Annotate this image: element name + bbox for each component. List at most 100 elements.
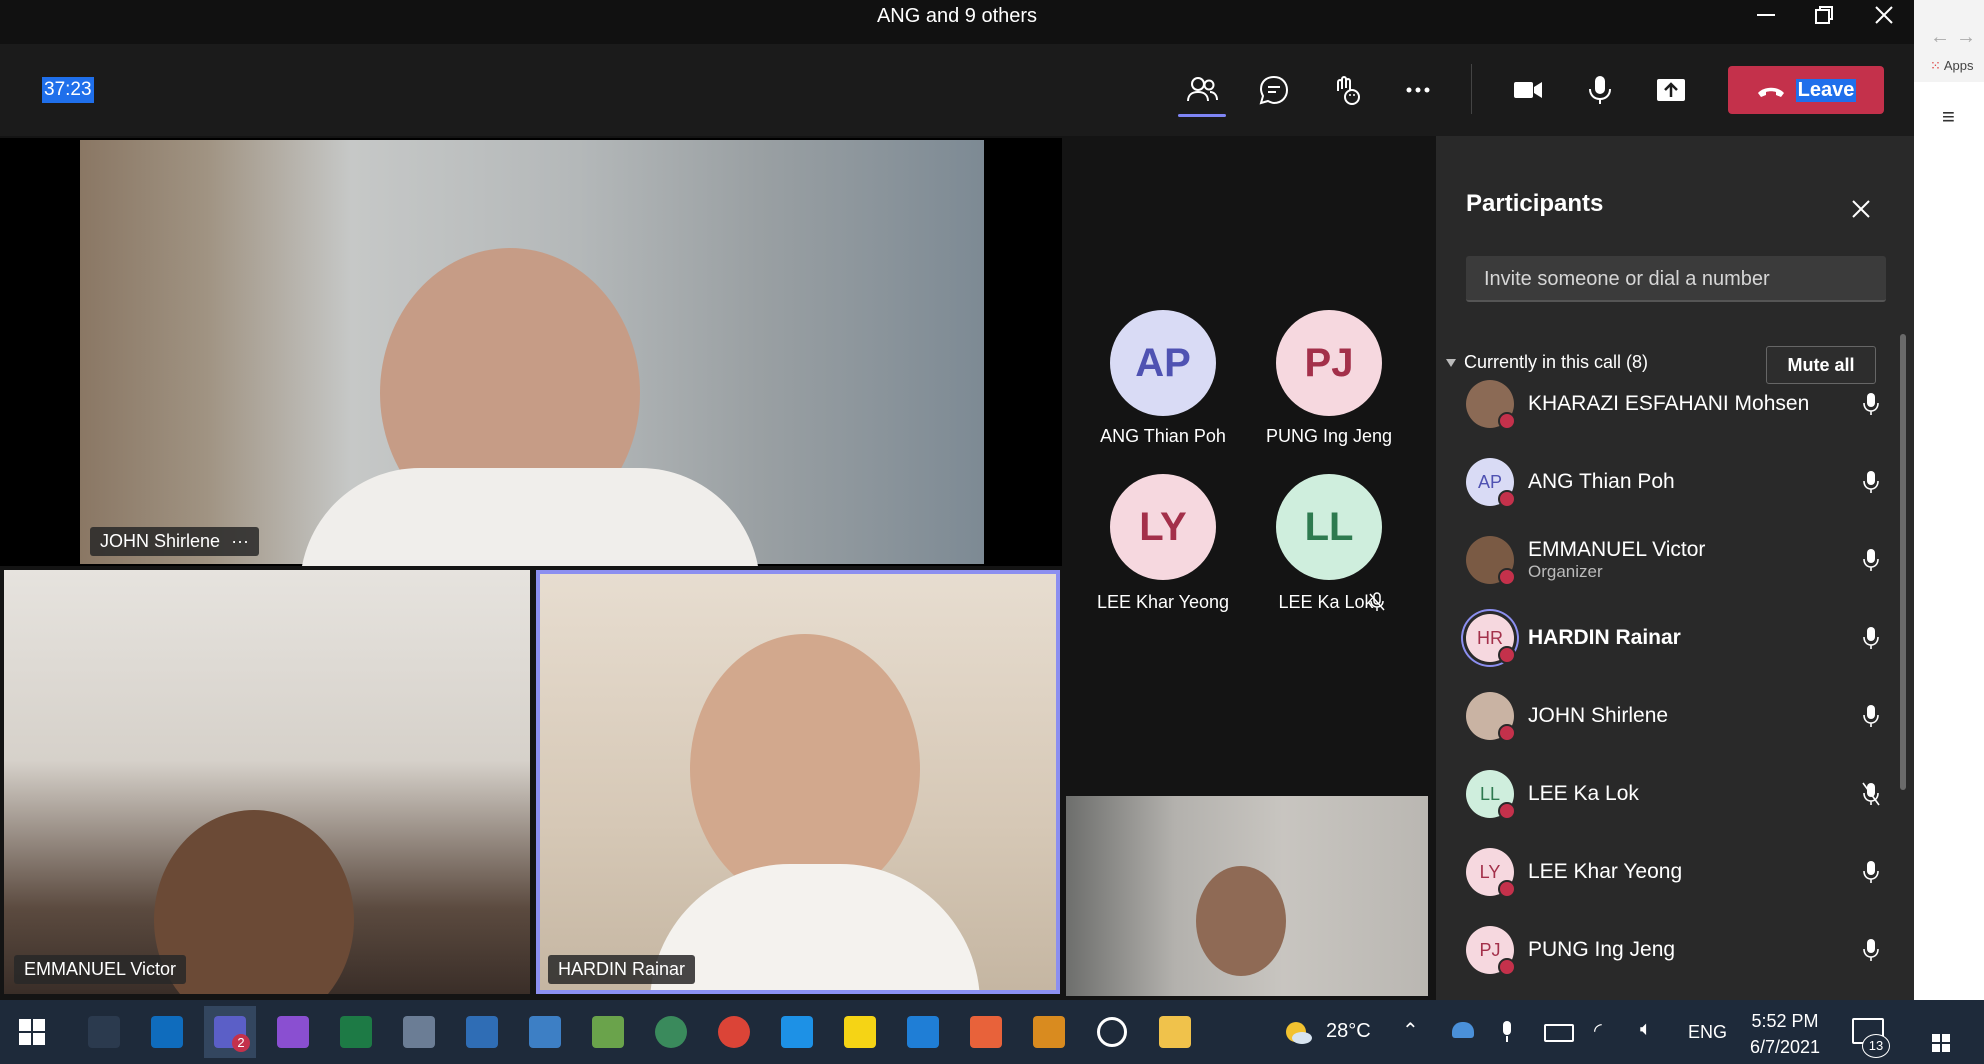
in-call-section-header[interactable]: Currently in this call (8)	[1446, 352, 1648, 373]
excel-icon[interactable]	[330, 1006, 382, 1058]
outlook-icon[interactable]	[141, 1006, 193, 1058]
chrome-icon[interactable]	[708, 1006, 760, 1058]
video-tile-self-view[interactable]	[1066, 796, 1428, 996]
participant-shirt	[300, 468, 760, 566]
raise-hand-icon	[1337, 76, 1360, 105]
start-button[interactable]	[6, 1006, 58, 1058]
participant-face	[1196, 866, 1286, 976]
paint-icon[interactable]	[582, 1006, 634, 1058]
menu-icon[interactable]: ≡	[1942, 104, 1955, 130]
avatar-pung-ing-jeng[interactable]: PJ	[1276, 310, 1382, 416]
tile-name-label: JOHN Shirlene ···	[90, 527, 260, 556]
participant-avatar: LY	[1466, 848, 1516, 898]
network-app-icon[interactable]	[393, 1006, 445, 1058]
explorer-tool-icon[interactable]	[519, 1006, 571, 1058]
chat-button[interactable]	[1248, 68, 1300, 112]
transfer-icon[interactable]	[1023, 1006, 1075, 1058]
participant-avatar	[1466, 380, 1516, 430]
onedrive-icon[interactable]	[1452, 1022, 1474, 1038]
participant-avatar	[1466, 536, 1516, 586]
visual-studio-icon[interactable]	[267, 1006, 319, 1058]
microphone-icon[interactable]	[1856, 623, 1886, 653]
participant-row[interactable]: LL LEE Ka Lok	[1466, 764, 1886, 824]
docker-icon[interactable]	[771, 1006, 823, 1058]
camera-button[interactable]	[1502, 68, 1554, 112]
avatar-lee-ka-lok[interactable]: LL	[1276, 474, 1382, 580]
participant-avatar: HR	[1466, 614, 1516, 664]
globe-icon[interactable]	[645, 1006, 697, 1058]
participant-name: HARDIN Rainar	[1528, 626, 1681, 649]
git-icon[interactable]	[960, 1006, 1012, 1058]
vscode-icon[interactable]	[897, 1006, 949, 1058]
close-icon	[1875, 6, 1893, 24]
minimize-icon	[1757, 14, 1775, 16]
muted-mic-icon[interactable]	[1856, 779, 1886, 809]
participant-row[interactable]: AP ANG Thian Poh	[1466, 452, 1886, 512]
participant-name: KHARAZI ESFAHANI Mohsen	[1528, 392, 1810, 415]
apps-link[interactable]: ⁙ Apps	[1930, 58, 1973, 74]
participant-avatar: LL	[1466, 770, 1516, 820]
invite-input[interactable]: Invite someone or dial a number	[1466, 256, 1886, 302]
participant-name: PUNG Ing Jeng	[1528, 938, 1676, 961]
clock[interactable]: 5:52 PM 6/7/2021	[1730, 1008, 1840, 1060]
panel-scrollbar[interactable]	[1900, 334, 1906, 790]
avatar-lee-khar-yeong[interactable]: LY	[1110, 474, 1216, 580]
more-options-button[interactable]	[1392, 68, 1444, 112]
video-tile-emmanuel-victor[interactable]: EMMANUEL Victor	[4, 570, 530, 994]
close-panel-button[interactable]	[1846, 194, 1876, 224]
avatar-initials: LL	[1479, 783, 1501, 804]
remote-desktop-icon[interactable]	[456, 1006, 508, 1058]
forward-icon[interactable]: →	[1956, 26, 1976, 49]
participant-row[interactable]: KHARAZI ESFAHANI Mohsen	[1466, 374, 1886, 434]
back-icon[interactable]: ←	[1930, 26, 1950, 49]
hang-up-icon	[1757, 87, 1784, 97]
windows-icon	[19, 1019, 45, 1045]
avatar-ang-thian-poh[interactable]: AP	[1110, 310, 1216, 416]
task-view-icon[interactable]	[78, 1006, 130, 1058]
microphone-icon[interactable]	[1856, 389, 1886, 419]
file-explorer-icon[interactable]	[1149, 1006, 1201, 1058]
tile-name-label: EMMANUEL Victor	[14, 955, 187, 984]
panel-title: Participants	[1466, 190, 1604, 217]
participant-row[interactable]: HR HARDIN Rainar	[1466, 608, 1886, 668]
participant-row[interactable]: JOHN Shirlene	[1466, 686, 1886, 746]
windows-icon[interactable]	[1932, 1034, 1950, 1057]
participant-name: JOHN Shirlene	[1528, 704, 1669, 727]
volume-icon[interactable]: 🔈︎	[1640, 1018, 1652, 1041]
restore-button[interactable]	[1796, 0, 1852, 30]
avatar-initials: HR	[1477, 627, 1503, 648]
restore-icon	[1815, 6, 1833, 24]
battery-icon[interactable]	[1544, 1024, 1574, 1042]
wifi-icon[interactable]: ◜	[1594, 1018, 1602, 1043]
participant-row[interactable]: PJ PUNG Ing Jeng	[1466, 920, 1886, 980]
status-dot	[1498, 958, 1516, 976]
microphone-icon[interactable]	[1856, 545, 1886, 575]
notification-count: 13	[1862, 1034, 1890, 1058]
share-screen-button[interactable]	[1645, 68, 1697, 112]
microphone-icon[interactable]	[1856, 935, 1886, 965]
weather-icon[interactable]	[1282, 1016, 1314, 1053]
close-window-button[interactable]	[1856, 0, 1912, 30]
teams-icon[interactable]: 2	[204, 1006, 256, 1058]
minimize-button[interactable]	[1738, 0, 1794, 30]
show-hidden-icons[interactable]: ⌃	[1402, 1018, 1419, 1043]
browser-content	[1914, 82, 1984, 1000]
settings-icon[interactable]	[1086, 1006, 1138, 1058]
leave-button[interactable]: Leave	[1728, 66, 1884, 114]
microphone-tray-icon[interactable]	[1500, 1020, 1514, 1049]
reactions-button[interactable]	[1320, 68, 1372, 112]
microphone-button[interactable]	[1574, 68, 1626, 112]
participant-name: EMMANUEL Victor	[1528, 538, 1706, 561]
participants-button[interactable]	[1176, 68, 1228, 112]
participant-row[interactable]: LY LEE Khar Yeong	[1466, 842, 1886, 902]
microphone-icon[interactable]	[1856, 467, 1886, 497]
participant-avatar: AP	[1466, 458, 1516, 508]
participant-row[interactable]: EMMANUEL Victor Organizer	[1466, 530, 1886, 590]
camera-icon	[1514, 82, 1542, 98]
microphone-icon[interactable]	[1856, 857, 1886, 887]
video-tile-hardin-rainar[interactable]: HARDIN Rainar	[536, 570, 1060, 994]
video-tile-john-shirlene[interactable]: JOHN Shirlene ···	[0, 138, 1062, 566]
microphone-icon[interactable]	[1856, 701, 1886, 731]
sticky-notes-icon[interactable]	[834, 1006, 886, 1058]
input-language[interactable]: ENG	[1688, 1022, 1727, 1043]
